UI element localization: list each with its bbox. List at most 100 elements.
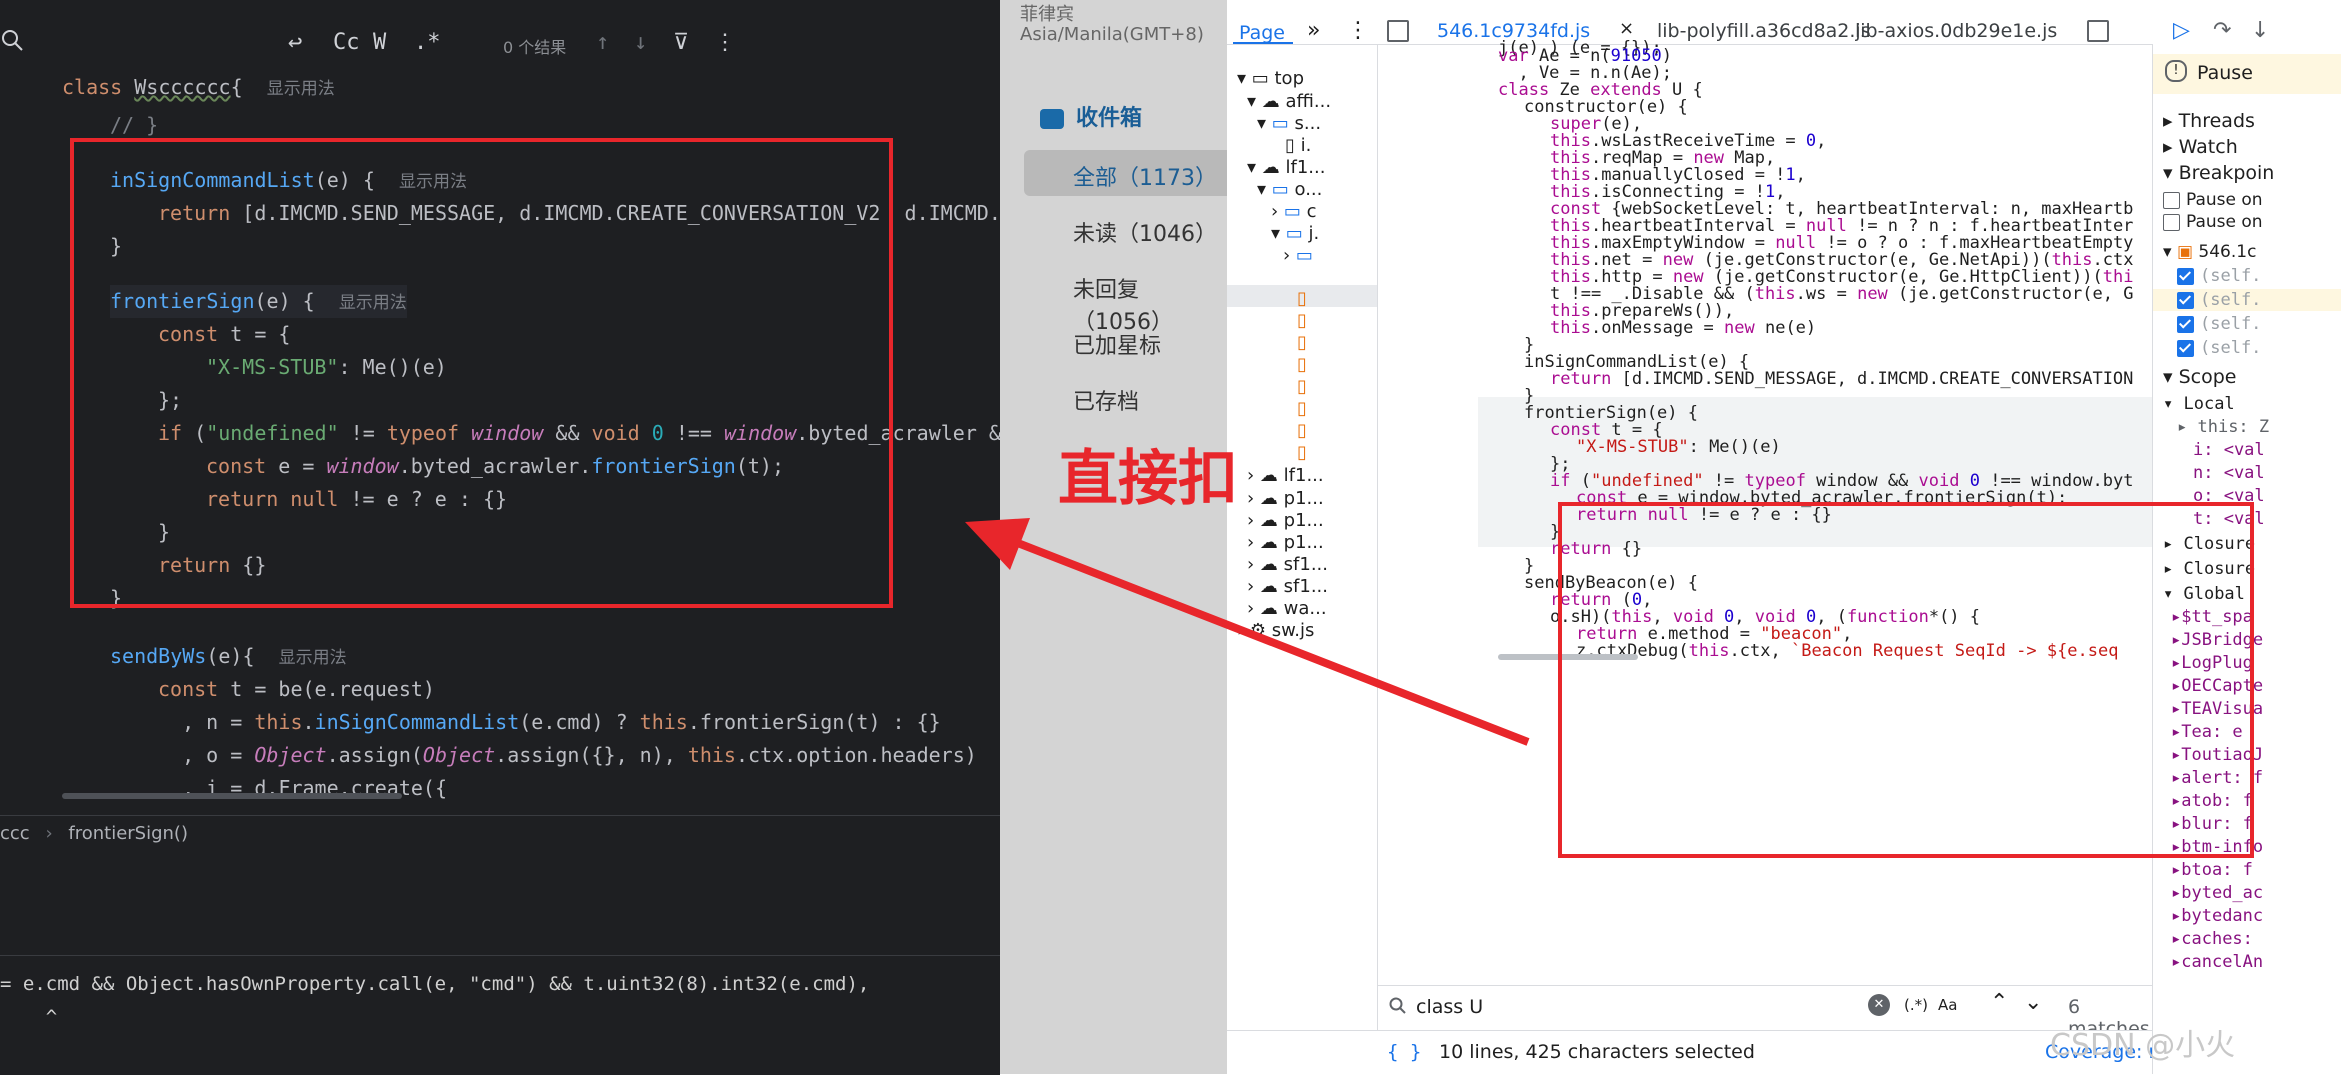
breakpoint-item[interactable]: (self. [2177, 266, 2261, 286]
global-var[interactable]: ▸cancelAn [2171, 952, 2263, 972]
breakpoint-item[interactable]: (self. [2177, 314, 2261, 334]
more-tabs-icon[interactable]: » [1307, 18, 1320, 43]
tree-node[interactable]: › ☁ sf1... [1247, 576, 1328, 597]
file-tab[interactable]: lib-polyfill.a36cd8a2.js [1657, 20, 1871, 42]
scope-var[interactable]: n: <val [2193, 463, 2265, 483]
tree-node[interactable]: › ☁ lf1... [1247, 465, 1324, 486]
checkbox[interactable] [2163, 213, 2180, 231]
scope-var[interactable]: o: <val [2193, 486, 2265, 506]
match-case-toggle[interactable]: Aa [1938, 996, 1957, 1014]
toggle-debugger-icon[interactable] [2087, 20, 2109, 42]
folder-archived[interactable]: 已存档 [1073, 384, 1139, 416]
tree-node[interactable]: › ☁ wa... [1247, 598, 1327, 619]
step-into-icon[interactable]: ↓ [2251, 18, 2269, 43]
breakpoint-item[interactable]: (self. [2177, 338, 2261, 358]
breadcrumb-current[interactable]: frontierSign() [68, 823, 188, 844]
global-var[interactable]: ▸blur: f [2171, 814, 2253, 834]
next-match-button[interactable]: ⌄ [2024, 990, 2042, 1015]
tree-node[interactable]: ▾ ▭ j. [1271, 223, 1319, 244]
horizontal-scrollbar[interactable] [62, 793, 402, 799]
global-var[interactable]: ▸Tea: e [2171, 722, 2243, 742]
scope-closure[interactable]: ▸ Closure [2163, 559, 2255, 579]
global-var[interactable]: ▸JSBridge [2171, 630, 2263, 650]
checkbox[interactable] [2177, 339, 2194, 357]
global-var[interactable]: ▸byted_ac [2171, 883, 2263, 903]
global-var[interactable]: ▸alert: f [2171, 768, 2263, 788]
global-var[interactable]: ▸atob: f [2171, 791, 2253, 811]
scope-global[interactable]: ▾ Global [2163, 584, 2245, 604]
global-var[interactable]: ▸caches: [2171, 929, 2253, 949]
clear-search-icon[interactable]: ✕ [1868, 994, 1890, 1016]
folder-unreplied[interactable]: 未回复（1056） [1073, 272, 1227, 336]
tree-node[interactable]: › ☁ p1... [1247, 510, 1324, 531]
whole-word-toggle[interactable]: W [373, 30, 386, 55]
match-case-toggle[interactable]: Cc [333, 30, 360, 55]
tree-node[interactable]: › ▭ [1283, 245, 1313, 266]
file-icon[interactable]: ▯ [1297, 354, 1307, 375]
global-var[interactable]: ▸btm-info [2171, 837, 2263, 857]
section-scope[interactable]: ▾ Scope [2163, 366, 2236, 388]
inbox-heading[interactable]: 收件箱 [1040, 100, 1142, 132]
folder-all[interactable]: 全部（1173） [1073, 160, 1217, 192]
pause-on-exceptions[interactable]: Pause on [2163, 190, 2263, 210]
tree-node[interactable]: › ☁ p1... [1247, 532, 1324, 553]
section-watch[interactable]: ▸ Watch [2163, 136, 2238, 158]
tree-node[interactable]: › ☁ p1... [1247, 488, 1324, 509]
global-var[interactable]: ▸TEAVisua [2171, 699, 2263, 719]
scope-closure[interactable]: ▸ Closure [2163, 534, 2255, 554]
search-input[interactable]: class U [1416, 996, 1483, 1018]
file-icon[interactable]: ▯ [1297, 332, 1307, 353]
pause-on-caught[interactable]: Pause on [2163, 212, 2263, 232]
pretty-print-icon[interactable]: { } [1387, 1041, 1421, 1063]
global-var[interactable]: ▸ToutiaoJ [2171, 745, 2263, 765]
scope-var[interactable]: ▸ this: Z [2177, 417, 2269, 437]
checkbox[interactable] [2163, 191, 2180, 209]
tree-node-top[interactable]: ▾ ▭ top [1237, 68, 1304, 89]
replace-icon[interactable]: ↩ [288, 28, 302, 56]
tree-node[interactable]: › ⚙ sw.js [1237, 620, 1314, 641]
regex-toggle[interactable]: .* [414, 30, 441, 55]
checkbox[interactable] [2177, 291, 2194, 309]
scope-var[interactable]: i: <val [2193, 440, 2265, 460]
tree-node[interactable]: ▯ i. [1285, 135, 1311, 156]
breakpoint-item[interactable]: (self. [2177, 290, 2261, 310]
step-over-icon[interactable]: ↷ [2213, 18, 2231, 43]
section-threads[interactable]: ▸ Threads [2163, 110, 2255, 132]
section-breakpoints[interactable]: ▾ Breakpoin [2163, 162, 2274, 184]
menu-icon[interactable]: ⋮ [1347, 18, 1369, 43]
toggle-navigator-icon[interactable] [1387, 20, 1409, 42]
global-var[interactable]: ▸$tt_spa [2171, 607, 2253, 627]
tree-node[interactable]: ▾ ▭ s... [1257, 113, 1321, 134]
file-icon[interactable]: ▯ [1297, 398, 1307, 419]
file-icon[interactable]: ▯ [1297, 310, 1307, 331]
file-icon[interactable]: ▯ [1297, 288, 1307, 309]
folder-starred[interactable]: 已加星标 [1073, 328, 1161, 360]
breadcrumb-parent[interactable]: ccc [0, 823, 30, 844]
file-icon[interactable]: ▯ [1297, 376, 1307, 397]
global-var[interactable]: ▸OECCapte [2171, 676, 2263, 696]
filter-icon[interactable]: ⊽ [673, 30, 689, 55]
next-match-button[interactable]: ↓ [634, 30, 647, 55]
scope-local[interactable]: ▾ Local [2163, 394, 2235, 414]
scope-var[interactable]: t: <val [2193, 509, 2265, 529]
file-icon[interactable]: ▯ [1297, 442, 1307, 463]
tab-page[interactable]: Page [1239, 22, 1285, 44]
prev-match-button[interactable]: ↑ [596, 30, 609, 55]
file-icon[interactable]: ▯ [1297, 420, 1307, 441]
checkbox[interactable] [2177, 267, 2194, 285]
resume-icon[interactable]: ▷ [2173, 18, 2190, 43]
search-icon[interactable] [0, 28, 26, 60]
tree-node[interactable]: ▾ ☁ affi... [1247, 91, 1331, 112]
global-var[interactable]: ▸bytedanc [2171, 906, 2263, 926]
tree-node[interactable]: › ▭ c [1271, 201, 1317, 222]
checkbox[interactable] [2177, 315, 2194, 333]
global-var[interactable]: ▸LogPlug [2171, 653, 2253, 673]
tree-node[interactable]: › ☁ sf1... [1247, 554, 1328, 575]
tree-node[interactable]: ▾ ☁ lf1... [1247, 157, 1325, 178]
folder-unread[interactable]: 未读（1046） [1073, 216, 1217, 248]
horizontal-scrollbar[interactable] [1478, 652, 2152, 662]
tree-node[interactable]: ▾ ▭ o... [1257, 179, 1322, 200]
file-tab[interactable]: lib-axios.0db29e1e.js [1855, 20, 2057, 42]
breakpoint-file[interactable]: ▾ ▣ 546.1c [2163, 242, 2256, 262]
global-var[interactable]: ▸btoa: f [2171, 860, 2253, 880]
